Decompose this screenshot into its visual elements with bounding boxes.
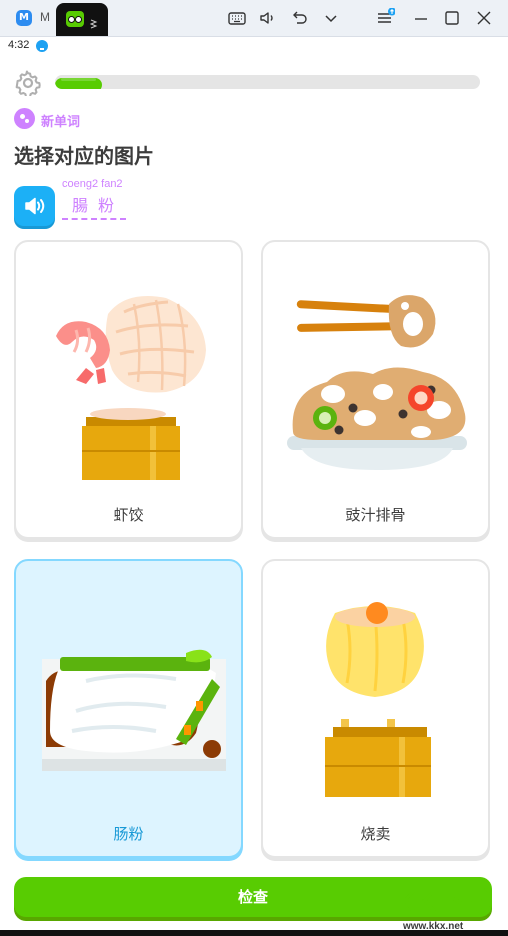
undo-icon[interactable]: [289, 8, 309, 28]
question-prompt: 选择对应的图片: [14, 144, 154, 168]
spare-ribs-illustration: [263, 242, 488, 492]
option-card-siu-mai[interactable]: 烧卖: [261, 559, 490, 858]
option-label: 烧卖: [360, 825, 391, 843]
progress-fill: [55, 78, 102, 89]
har-gow-illustration: [16, 242, 241, 492]
option-card-rice-noodle-roll[interactable]: 肠粉: [14, 559, 243, 858]
status-time: 4:32: [8, 39, 30, 51]
option-card-spare-ribs[interactable]: 豉汁排骨: [261, 240, 490, 539]
watermark-logo: KK下载: [396, 886, 493, 917]
app-logo-icon: M: [16, 10, 32, 26]
new-word-label: 新单词: [41, 115, 81, 130]
new-word-icon: [14, 108, 35, 129]
maximize-icon[interactable]: [442, 8, 462, 28]
lesson-progress-bar: [55, 75, 480, 89]
siu-mai-illustration: [263, 561, 488, 811]
option-label: 肠粉: [113, 825, 144, 843]
app-tab[interactable]: M M: [10, 6, 50, 30]
status-bar: 4:32: [0, 36, 508, 56]
option-label: 豉汁排骨: [345, 506, 406, 524]
speaker-icon: [25, 197, 45, 215]
duolingo-owl-icon: [66, 11, 84, 27]
keyboard-icon[interactable]: [227, 8, 247, 28]
rice-noodle-roll-illustration: [16, 561, 241, 811]
download-notification-icon: [36, 40, 48, 52]
close-icon[interactable]: [474, 8, 494, 28]
tab-audio-icon: [89, 14, 98, 29]
jyutping-romanization: coeng2 fan2: [62, 178, 123, 190]
option-label: 虾饺: [113, 506, 144, 524]
chevron-down-icon[interactable]: [321, 8, 341, 28]
option-card-har-gow[interactable]: 虾饺: [14, 240, 243, 539]
settings-gear-icon[interactable]: [15, 70, 41, 99]
active-tab-duolingo[interactable]: [56, 3, 108, 36]
play-audio-button[interactable]: [14, 186, 55, 226]
minimize-icon[interactable]: [411, 8, 431, 28]
emulator-title-bar: M M: [0, 0, 508, 37]
target-word[interactable]: 腸粉: [62, 192, 127, 220]
screen-bottom-edge: [0, 930, 508, 936]
volume-icon[interactable]: [258, 8, 278, 28]
app-tab-label: M: [40, 10, 50, 24]
menu-icon[interactable]: [375, 8, 395, 28]
